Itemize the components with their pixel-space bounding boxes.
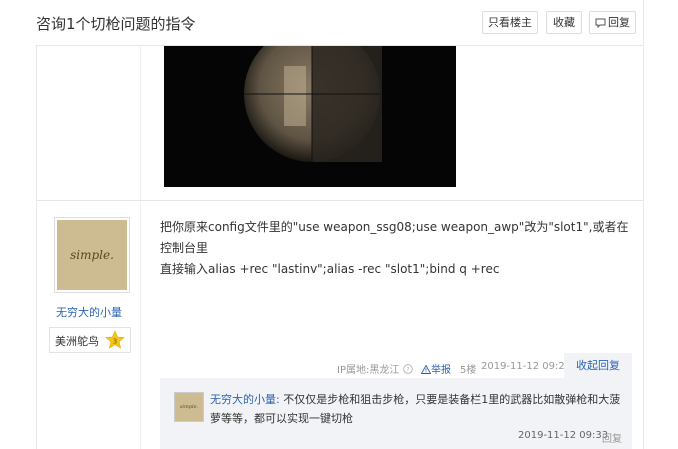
report-label: 举报: [431, 365, 451, 376]
post-content: 把你原来config文件里的"use weapon_ssg08;use weap…: [160, 217, 630, 280]
favorite-button[interactable]: 收藏: [546, 11, 582, 34]
badge-level: 3: [113, 338, 117, 346]
warning-triangle-icon: [420, 364, 432, 374]
post-content-line: 把你原来config文件里的"use weapon_ssg08;use weap…: [160, 220, 629, 255]
author-username[interactable]: 无穷大的小量: [37, 304, 141, 320]
ip-location: IP属地:黑龙江 ?: [337, 361, 413, 376]
post-image-sniper-scope[interactable]: [164, 46, 456, 187]
svg-text:?: ?: [406, 366, 409, 373]
post-time: 2019-11-12 09:29: [481, 361, 572, 372]
author-avatar[interactable]: simple.: [54, 217, 130, 293]
reply-button[interactable]: 回复: [589, 11, 636, 34]
reply-username[interactable]: 无穷大的小量:: [210, 393, 280, 406]
thread-header: 咨询1个切枪问题的指令 只看楼主 收藏 回复: [36, 0, 643, 46]
reply-text: 无穷大的小量: 不仅仅是步枪和狙击步枪，只要是装备栏1里的武器比如散弹枪和大菠萝…: [210, 390, 622, 428]
reply-section: simple. 无穷大的小量: 不仅仅是步枪和狙击步枪，只要是装备栏1里的武器比…: [160, 378, 632, 449]
scope-view: [164, 46, 456, 187]
comment-icon: [595, 18, 606, 29]
reply-time: 2019-11-12 09:33: [518, 430, 609, 441]
reply-button-label: 回复: [608, 16, 630, 29]
help-circle-icon[interactable]: ?: [402, 364, 413, 374]
floor-number: 5楼: [460, 365, 477, 376]
only-op-button[interactable]: 只看楼主: [482, 11, 538, 34]
page-frame: 咨询1个切枪问题的指令 只看楼主 收藏 回复 simple. 无穷大的小量 美洲…: [0, 0, 678, 449]
author-badge[interactable]: 美洲鸵鸟 3: [49, 327, 131, 353]
post-separator: [37, 200, 643, 201]
right-border: [643, 0, 644, 449]
ip-location-text: IP属地:黑龙江: [337, 365, 400, 376]
avatar-image: simple.: [57, 220, 127, 290]
collapse-reply-button[interactable]: 收起回复: [564, 353, 632, 379]
badge-label: 美洲鸵鸟: [55, 335, 99, 348]
reply-reply-button[interactable]: 回复: [602, 430, 622, 445]
left-border: [36, 0, 37, 449]
post-content-line: 直接输入alias +rec "lastinv";alias -rec "slo…: [160, 262, 500, 276]
star-icon: 3: [105, 330, 125, 349]
author-column-divider: [140, 46, 141, 449]
reply-avatar[interactable]: simple.: [174, 392, 204, 422]
thread-title: 咨询1个切枪问题的指令: [36, 15, 196, 33]
report-link[interactable]: 举报: [420, 361, 451, 376]
